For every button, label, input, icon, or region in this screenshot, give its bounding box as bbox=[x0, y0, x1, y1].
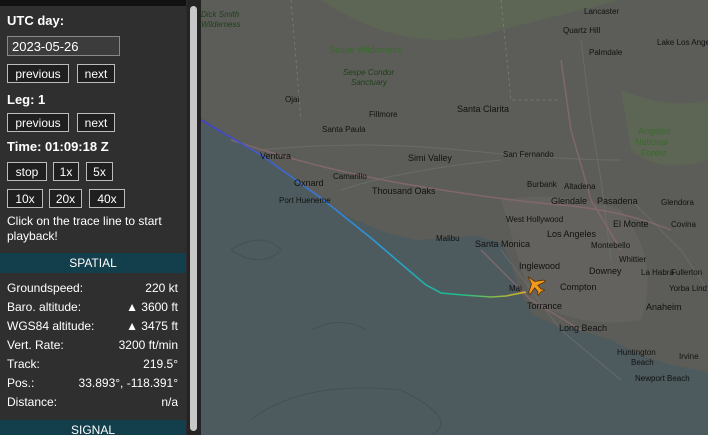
place-burbank: Burbank bbox=[527, 180, 557, 189]
leg-next-button[interactable]: next bbox=[77, 113, 115, 132]
row-value: ▲ 3600 ft bbox=[126, 300, 178, 314]
place-lancaster: Lancaster bbox=[584, 7, 620, 16]
time-label: Time: 01:09:18 Z bbox=[7, 139, 109, 154]
row-value: n/a bbox=[161, 395, 178, 409]
speed-1x-button[interactable]: 1x bbox=[53, 162, 79, 181]
speed-20x-button[interactable]: 20x bbox=[49, 189, 82, 208]
place-la-habra: La Habra bbox=[641, 268, 674, 277]
place-torrance: Torrance bbox=[527, 301, 563, 311]
utc-day-label: UTC day: bbox=[7, 13, 65, 28]
place-palmdale: Palmdale bbox=[589, 48, 623, 57]
row-key: Vert. Rate: bbox=[7, 338, 64, 352]
place-angeles: Angeles bbox=[638, 126, 671, 136]
row-value: 33.893°, -118.391° bbox=[78, 376, 178, 390]
place-yorba-linda: Yorba Lind bbox=[669, 284, 707, 293]
place-santa-clarita: Santa Clarita bbox=[457, 104, 510, 114]
place-huntington-beach: Huntington bbox=[617, 348, 656, 357]
place-simi-valley: Simi Valley bbox=[408, 153, 452, 163]
row-value: 220 kt bbox=[145, 281, 178, 295]
spatial-row-baro-altitude: Baro. altitude: ▲ 3600 ft bbox=[7, 298, 178, 317]
row-key: Groundspeed: bbox=[7, 281, 84, 295]
signal-header: SIGNAL bbox=[0, 420, 186, 435]
day-next-button[interactable]: next bbox=[77, 64, 115, 83]
place-anaheim: Anaheim bbox=[646, 302, 682, 312]
place-ventura: Ventura bbox=[260, 151, 292, 161]
speed-5x-button[interactable]: 5x bbox=[86, 162, 113, 181]
row-key: Track: bbox=[7, 357, 40, 371]
row-key: Distance: bbox=[7, 395, 58, 409]
row-value: 3200 ft/min bbox=[118, 338, 178, 352]
place-irvine: Irvine bbox=[679, 352, 699, 361]
spatial-row-groundspeed: Groundspeed: 220 kt bbox=[7, 279, 178, 298]
place-national: National bbox=[635, 137, 669, 147]
place-port-hueneme: Port Hueneme bbox=[279, 196, 331, 205]
place-lake-los-angeles: Lake Los Ange bbox=[657, 38, 708, 47]
place-camarillo: Camarillo bbox=[333, 172, 367, 181]
place-fillmore: Fillmore bbox=[369, 110, 398, 119]
sidebar-scrollbar[interactable] bbox=[187, 0, 201, 435]
speed-10x-button[interactable]: 10x bbox=[7, 189, 43, 208]
place-oxnard: Oxnard bbox=[294, 178, 324, 188]
place-pasadena: Pasadena bbox=[597, 196, 638, 206]
row-value: 219.5° bbox=[143, 357, 178, 371]
utc-day-input[interactable] bbox=[7, 36, 120, 56]
spatial-row-wgs84-altitude: WGS84 altitude: ▲ 3475 ft bbox=[7, 317, 178, 336]
map-canvas bbox=[201, 0, 708, 435]
place-whittier: Whittier bbox=[619, 255, 647, 264]
sidebar-top-bar bbox=[0, 0, 186, 6]
place-fullerton: Fullerton bbox=[671, 268, 703, 277]
place-dick-smith: Dick Smith bbox=[201, 10, 240, 19]
spatial-row-distance: Distance: n/a bbox=[7, 393, 178, 412]
leg-previous-button[interactable]: previous bbox=[7, 113, 69, 132]
place-compton: Compton bbox=[560, 282, 597, 292]
place-wilderness: Wilderness bbox=[201, 20, 241, 29]
place-los-angeles: Los Angeles bbox=[547, 229, 597, 239]
place-downey: Downey bbox=[589, 266, 622, 276]
day-previous-button[interactable]: previous bbox=[7, 64, 69, 83]
place-covina: Covina bbox=[671, 220, 696, 229]
place-santa-monica: Santa Monica bbox=[475, 239, 531, 249]
place-west-hollywood: West Hollywood bbox=[506, 215, 564, 224]
place-santa-paula: Santa Paula bbox=[322, 125, 366, 134]
place-glendale: Glendale bbox=[551, 196, 588, 206]
place-sanctuary: Sanctuary bbox=[351, 78, 388, 87]
place-forest: Forest bbox=[641, 148, 667, 158]
place-el-monte: El Monte bbox=[613, 219, 649, 229]
place-san-fernando: San Fernando bbox=[503, 150, 554, 159]
place-sespe-wilderness: Sespe Wilderness bbox=[329, 45, 402, 55]
place-thousand-oaks: Thousand Oaks bbox=[372, 186, 436, 196]
sidebar: UTC day: previous next Leg: 1 previous n… bbox=[0, 0, 186, 435]
place-long-beach: Long Beach bbox=[559, 323, 608, 333]
row-key: Baro. altitude: bbox=[7, 300, 82, 314]
stop-button[interactable]: stop bbox=[7, 162, 47, 181]
leg-label: Leg: 1 bbox=[7, 92, 46, 107]
place-montebello: Montebello bbox=[591, 241, 631, 250]
place-quartz-hill: Quartz Hill bbox=[563, 26, 601, 35]
playback-hint: Click on the trace line to start playbac… bbox=[7, 214, 162, 243]
scrollbar-thumb[interactable] bbox=[190, 6, 197, 431]
place-glendora: Glendora bbox=[661, 198, 694, 207]
row-value: ▲ 3475 ft bbox=[126, 319, 178, 333]
spatial-header: SPATIAL bbox=[0, 253, 186, 273]
place-manhattan: Mai bbox=[509, 284, 522, 293]
speed-40x-button[interactable]: 40x bbox=[89, 189, 125, 208]
spatial-row-vert-rate: Vert. Rate: 3200 ft/min bbox=[7, 336, 178, 355]
map-view[interactable]: Lancaster Quartz Hill Palmdale Lake Los … bbox=[201, 0, 708, 435]
place-ojai: Ojai bbox=[285, 95, 300, 104]
place-beach: Beach bbox=[631, 358, 654, 367]
place-inglewood: Inglewood bbox=[519, 261, 561, 271]
place-sespe-condor: Sespe Condor bbox=[343, 68, 395, 77]
row-key: Pos.: bbox=[7, 376, 35, 390]
place-malibu: Malibu bbox=[436, 234, 460, 243]
row-key: WGS84 altitude: bbox=[7, 319, 95, 333]
place-newport-beach: Newport Beach bbox=[635, 374, 690, 383]
place-altadena: Altadena bbox=[564, 182, 596, 191]
spatial-row-track: Track: 219.5° bbox=[7, 355, 178, 374]
spatial-row-position: Pos.: 33.893°, -118.391° bbox=[7, 374, 178, 393]
